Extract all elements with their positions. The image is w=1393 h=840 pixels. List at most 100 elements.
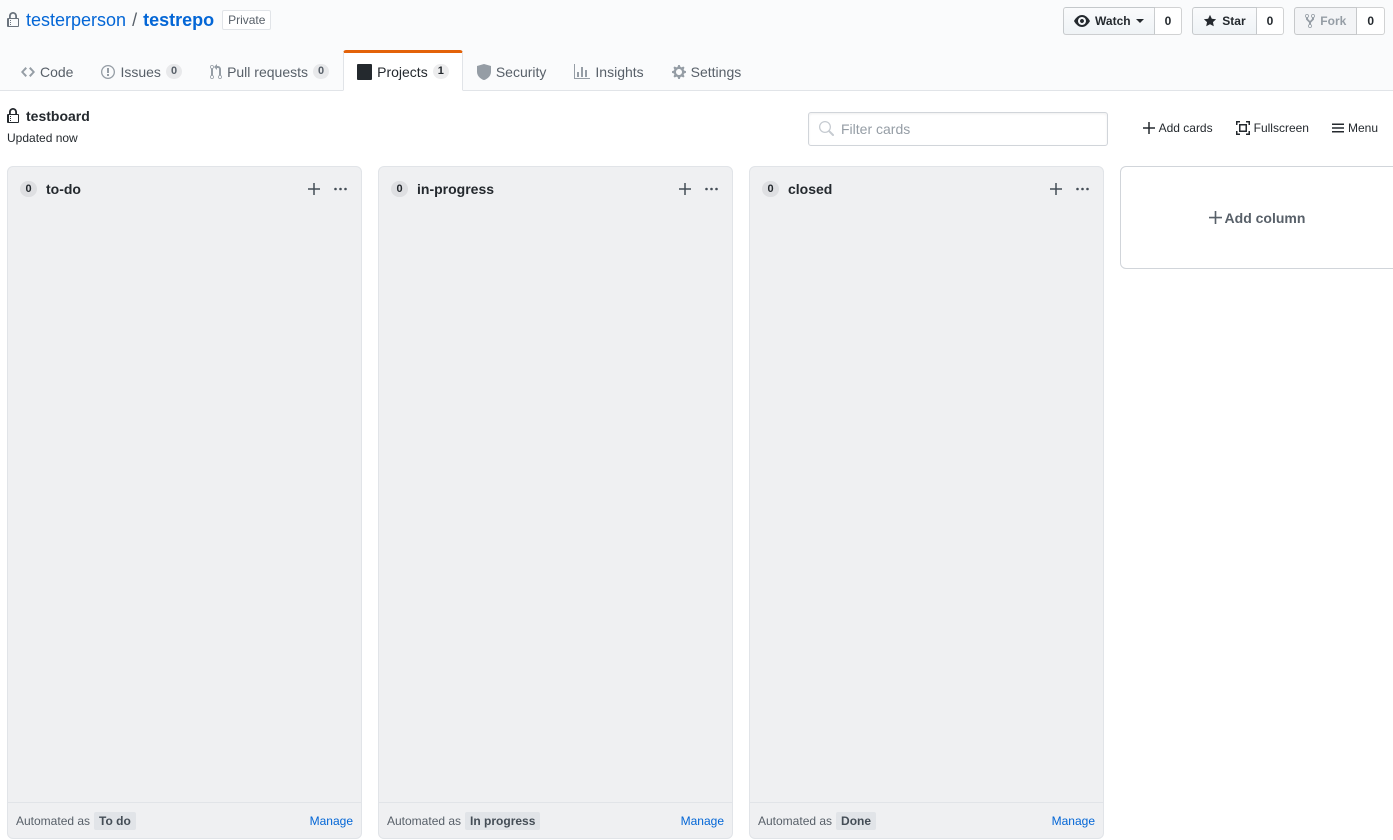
tab-settings[interactable]: Settings: [658, 50, 756, 91]
automated-as-label: Automated as: [758, 813, 833, 828]
column-footer: Automated as To do Manage: [8, 802, 361, 838]
issue-icon: [101, 64, 116, 80]
tab-projects-label: Projects: [377, 63, 428, 80]
column-name[interactable]: in-progress: [417, 181, 670, 197]
project-header: testboard Updated now: [7, 108, 90, 145]
column-menu-kebab-icon[interactable]: [700, 179, 722, 199]
add-card-plus-icon[interactable]: [303, 179, 325, 199]
plus-icon: [1142, 122, 1155, 134]
pull-requests-counter: 0: [313, 64, 330, 79]
column-card-count: 0: [762, 181, 779, 197]
column-card-count: 0: [391, 181, 408, 197]
column-header: 0 in-progress: [391, 179, 722, 199]
fork-count[interactable]: 0: [1357, 7, 1385, 35]
tab-insights[interactable]: Insights: [560, 50, 657, 91]
manage-automation-link[interactable]: Manage: [1052, 814, 1095, 828]
repo-title: testerperson / testrepo Private: [7, 9, 272, 31]
menu-button[interactable]: Menu: [1331, 118, 1378, 138]
repo-actions: Watch 0 Star 0 Fork 0: [1063, 7, 1385, 35]
gear-icon: [671, 64, 686, 80]
tab-insights-label: Insights: [595, 63, 644, 80]
column-name[interactable]: to-do: [46, 181, 299, 197]
project-name: testboard: [26, 108, 90, 124]
star-button[interactable]: Star: [1192, 7, 1257, 35]
add-cards-label: Add cards: [1158, 121, 1213, 135]
column-name[interactable]: closed: [788, 181, 1041, 197]
fullscreen-label: Fullscreen: [1253, 121, 1309, 135]
project-actions: Add cards Fullscreen Menu: [1142, 118, 1378, 138]
automation-info: Automated as In progress: [387, 811, 681, 830]
pull-request-icon: [210, 63, 223, 80]
watch-label: Watch: [1095, 14, 1131, 28]
column-footer: Automated as Done Manage: [750, 802, 1103, 838]
hamburger-icon: [1331, 122, 1344, 134]
tab-issues-label: Issues: [120, 63, 161, 80]
add-card-plus-icon[interactable]: [674, 179, 696, 199]
manage-automation-link[interactable]: Manage: [310, 814, 353, 828]
column-header: 0 closed: [762, 179, 1093, 199]
project-column-to-do: 0 to-do Automated as To do Manage: [7, 166, 362, 839]
tab-security-label: Security: [495, 63, 547, 80]
column-header: 0 to-do: [20, 179, 351, 199]
projects-counter: 1: [432, 64, 449, 79]
fullscreen-button[interactable]: Fullscreen: [1235, 118, 1309, 138]
issues-counter: 0: [165, 64, 183, 79]
fullscreen-icon: [1235, 121, 1250, 135]
tab-code-label: Code: [40, 63, 74, 80]
tab-settings-label: Settings: [690, 63, 742, 80]
column-menu-kebab-icon[interactable]: [329, 179, 351, 199]
column-footer: Automated as In progress Manage: [379, 802, 732, 838]
add-column-label: Add column: [1224, 209, 1306, 226]
lock-icon: [7, 108, 19, 124]
automation-info: Automated as To do: [16, 811, 310, 830]
star-count[interactable]: 0: [1256, 7, 1285, 35]
add-card-plus-icon[interactable]: [1045, 179, 1067, 199]
star-group: Star 0: [1192, 7, 1285, 35]
project-column-closed: 0 closed Automated as Done Manage: [749, 166, 1104, 839]
tab-security[interactable]: Security: [463, 50, 561, 91]
search-icon: [818, 121, 834, 137]
star-icon: [1203, 14, 1217, 28]
fork-group: Fork 0: [1294, 7, 1385, 35]
column-menu-kebab-icon[interactable]: [1071, 179, 1093, 199]
tab-code[interactable]: Code: [7, 50, 87, 91]
fork-button[interactable]: Fork: [1294, 7, 1358, 35]
automation-preset: Done: [836, 811, 877, 830]
manage-automation-link[interactable]: Manage: [681, 814, 724, 828]
tab-pull-requests[interactable]: Pull requests 0: [196, 50, 343, 91]
watch-button[interactable]: Watch: [1063, 7, 1155, 35]
repo-nav: Code Issues 0 Pull requests 0 Projects 1: [7, 50, 755, 91]
add-column-button[interactable]: Add column: [1120, 166, 1393, 269]
filter-cards-input[interactable]: [841, 121, 1091, 137]
code-icon: [21, 64, 35, 80]
add-cards-button[interactable]: Add cards: [1142, 118, 1213, 138]
plus-icon: [1208, 211, 1222, 224]
project-updated: Updated now: [7, 131, 78, 145]
shield-icon: [476, 63, 491, 80]
automation-preset: In progress: [465, 811, 541, 830]
automation-preset: To do: [94, 811, 136, 830]
fork-icon: [1305, 13, 1316, 29]
repo-owner-link[interactable]: testerperson: [26, 10, 126, 31]
eye-icon: [1074, 13, 1091, 29]
filter-cards-box: [808, 112, 1108, 146]
repo-path-separator: /: [132, 9, 138, 30]
private-badge: Private: [222, 10, 272, 30]
menu-label: Menu: [1347, 121, 1378, 135]
project-column-in-progress: 0 in-progress Automated as In progress M…: [378, 166, 733, 839]
repo-header: testerperson / testrepo Private Watch 0: [0, 0, 1393, 91]
automated-as-label: Automated as: [16, 813, 91, 828]
tab-issues[interactable]: Issues 0: [87, 50, 196, 91]
automation-info: Automated as Done: [758, 811, 1052, 830]
watch-count[interactable]: 0: [1154, 7, 1183, 35]
star-label: Star: [1222, 14, 1246, 28]
project-title: testboard: [7, 108, 90, 124]
watch-group: Watch 0: [1063, 7, 1183, 35]
repo-name-link[interactable]: testrepo: [143, 10, 214, 31]
tab-projects[interactable]: Projects 1: [343, 50, 463, 91]
column-card-count: 0: [20, 181, 37, 197]
lock-icon: [7, 12, 21, 28]
fork-label: Fork: [1320, 14, 1347, 28]
tab-pull-requests-label: Pull requests: [227, 63, 308, 80]
caret-down-icon: [1135, 17, 1144, 25]
